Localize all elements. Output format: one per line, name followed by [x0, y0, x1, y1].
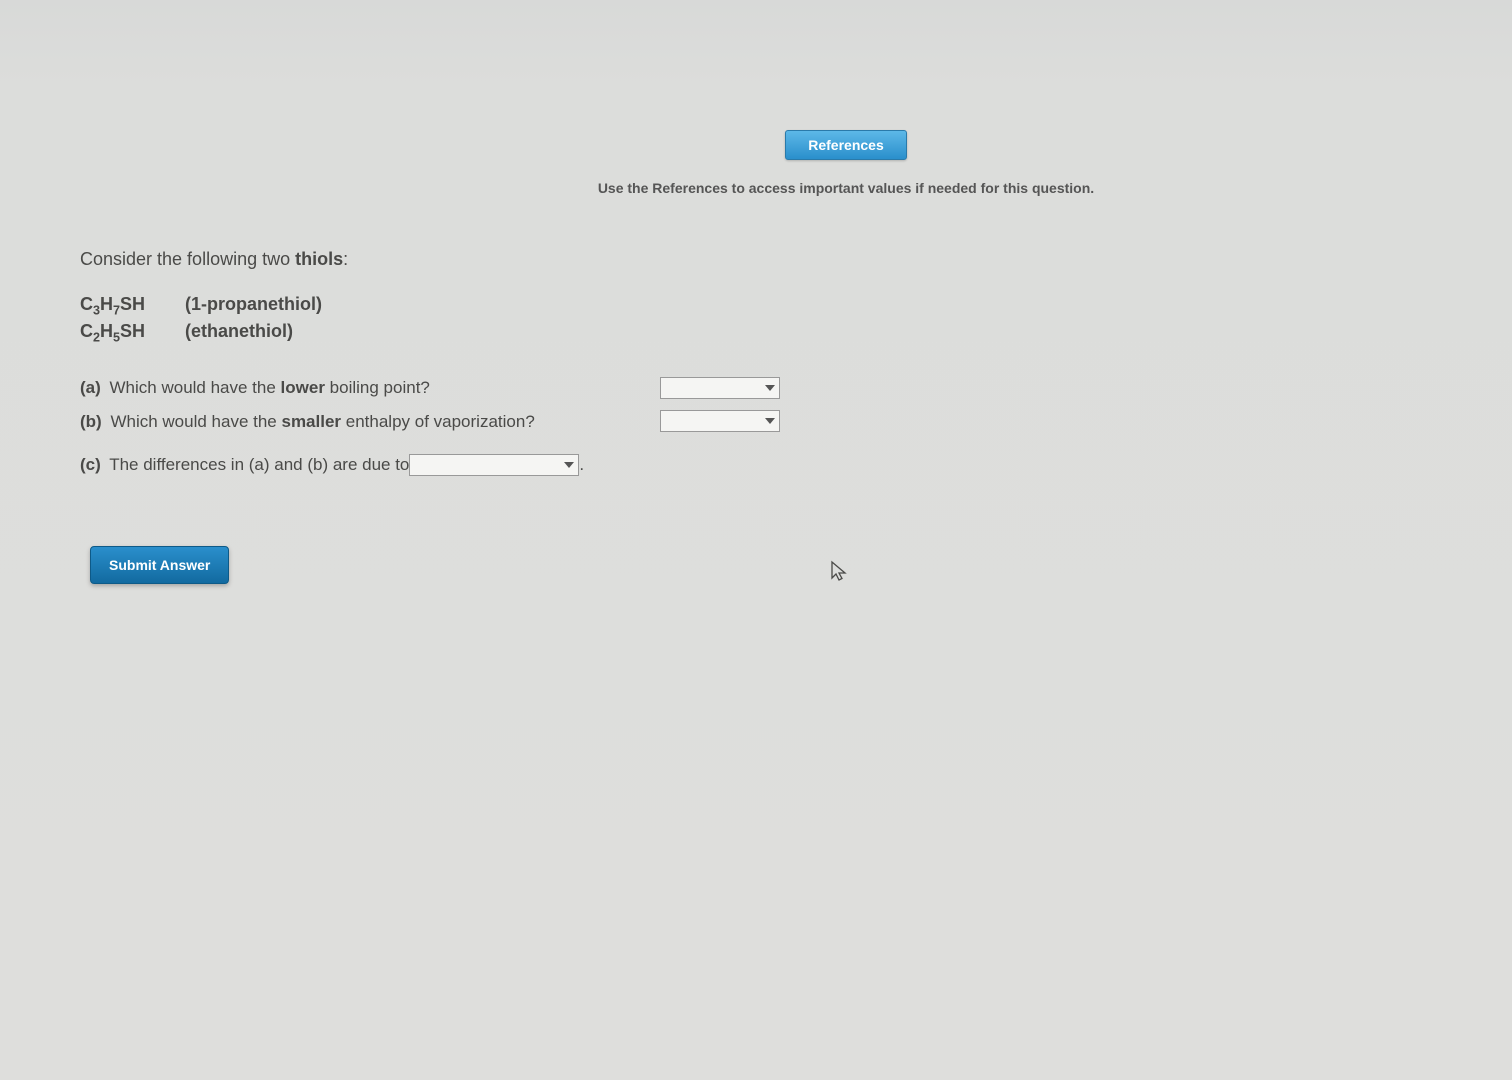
part-a-bold: lower	[281, 378, 325, 397]
compound-formula-2: C2H5SH	[80, 318, 180, 345]
f-n1: 2	[93, 331, 100, 345]
part-b-text-before: Which would have the	[106, 412, 282, 431]
f-n2: 5	[113, 331, 120, 345]
compound-name-2: (ethanethiol)	[185, 321, 293, 341]
part-a-text-before: Which would have the	[105, 378, 281, 397]
question-body: Consider the following two thiols: C3H7S…	[0, 196, 1512, 584]
f-sh: SH	[120, 321, 145, 341]
part-c-label: (c)	[80, 455, 101, 474]
intro-bold: thiols	[295, 249, 343, 269]
intro-line: Consider the following two thiols:	[80, 246, 1512, 273]
intro-prefix: Consider the following two	[80, 249, 295, 269]
part-c-text-before: The differences in (a) and (b) are due t…	[105, 455, 410, 474]
intro-suffix: :	[343, 249, 348, 269]
f-h: H	[100, 321, 113, 341]
compound-formula-1: C3H7SH	[80, 291, 180, 318]
part-b-bold: smaller	[281, 412, 341, 431]
part-a-label: (a)	[80, 378, 101, 397]
part-b-row: (b) Which would have the smaller enthalp…	[80, 409, 780, 435]
top-section: References Use the References to access …	[0, 0, 1512, 196]
part-a-dropdown[interactable]	[660, 377, 780, 399]
part-b-label: (b)	[80, 412, 102, 431]
f-n2: 7	[113, 304, 120, 318]
f-c: C	[80, 321, 93, 341]
parts-container: (a) Which would have the lower boiling p…	[80, 375, 1512, 478]
f-h: H	[100, 294, 113, 314]
part-a-row: (a) Which would have the lower boiling p…	[80, 375, 780, 401]
part-b-dropdown[interactable]	[660, 410, 780, 432]
compound-row-1: C3H7SH (1-propanethiol)	[80, 291, 1512, 318]
submit-answer-button[interactable]: Submit Answer	[90, 546, 229, 584]
part-c-text-after: .	[579, 452, 584, 478]
compound-name-1: (1-propanethiol)	[185, 294, 322, 314]
references-hint: Use the References to access important v…	[180, 180, 1512, 196]
f-sh: SH	[120, 294, 145, 314]
part-b-text-after: enthalpy of vaporization?	[341, 412, 535, 431]
part-c-row: (c) The differences in (a) and (b) are d…	[80, 452, 1512, 478]
compound-row-2: C2H5SH (ethanethiol)	[80, 318, 1512, 345]
part-a-text-after: boiling point?	[325, 378, 430, 397]
f-n1: 3	[93, 304, 100, 318]
part-c-dropdown[interactable]	[409, 454, 579, 476]
f-c: C	[80, 294, 93, 314]
references-button[interactable]: References	[785, 130, 907, 160]
